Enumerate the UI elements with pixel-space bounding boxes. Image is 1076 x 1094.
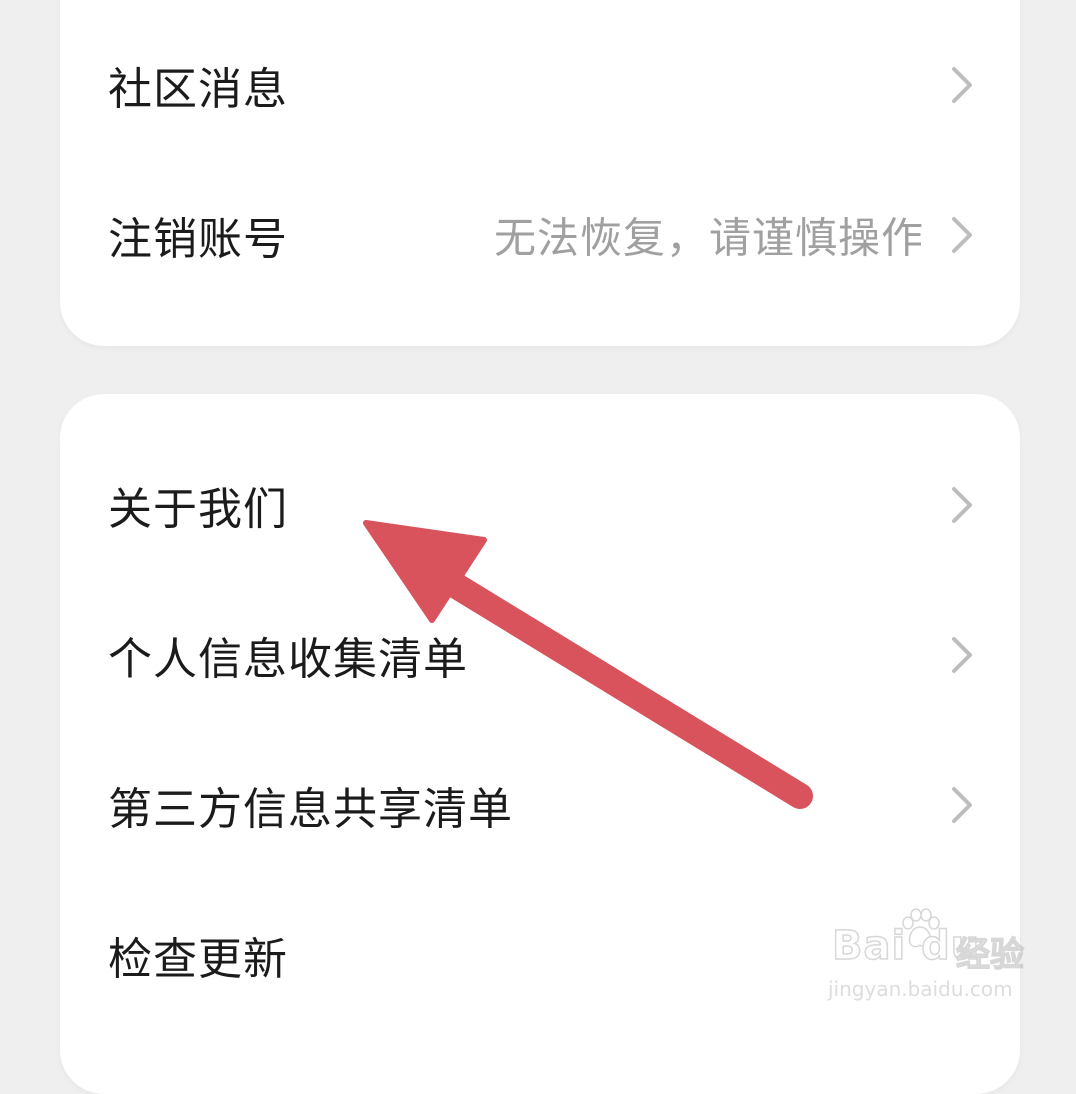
settings-item-label: 注销账号 <box>108 214 288 265</box>
watermark-sub: 经验 <box>955 934 1024 975</box>
settings-item-delete-account[interactable]: 注销账号 无法恢复，请谨慎操作 <box>60 160 1020 310</box>
settings-item-hint: 无法恢复，请谨慎操作 <box>493 213 924 263</box>
settings-item-label: 社区消息 <box>108 64 288 115</box>
chevron-right-icon <box>952 787 972 823</box>
baidu-watermark: Bai du 经验 jingyan.baidu.com <box>820 905 1025 1005</box>
settings-item-about-us[interactable]: 关于我们 <box>60 430 1020 580</box>
settings-card-account: 社区消息 注销账号 无法恢复，请谨慎操作 <box>60 0 1020 346</box>
chevron-right-icon <box>952 217 972 253</box>
settings-item-label: 关于我们 <box>108 484 288 535</box>
chevron-right-icon <box>952 637 972 673</box>
settings-item-third-party-sharing-list[interactable]: 第三方信息共享清单 <box>60 730 1020 880</box>
settings-item-personal-info-list[interactable]: 个人信息收集清单 <box>60 580 1020 730</box>
settings-item-label: 检查更新 <box>108 934 288 985</box>
settings-item-community-messages[interactable]: 社区消息 <box>60 10 1020 160</box>
settings-item-label: 第三方信息共享清单 <box>108 784 513 835</box>
watermark-url: jingyan.baidu.com <box>828 977 1013 1001</box>
settings-item-label: 个人信息收集清单 <box>108 634 468 685</box>
chevron-right-icon <box>952 67 972 103</box>
chevron-right-icon <box>952 487 972 523</box>
